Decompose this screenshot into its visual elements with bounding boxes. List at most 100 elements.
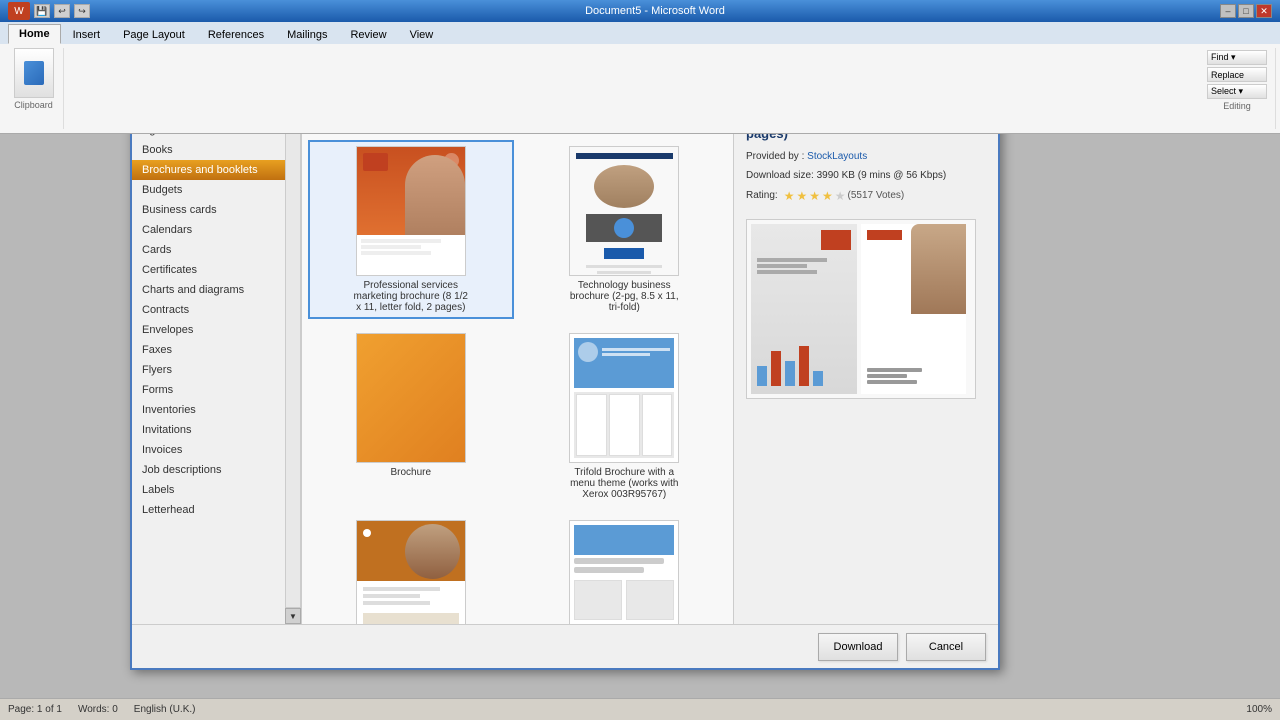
replace-button[interactable]: Replace	[1207, 67, 1267, 82]
star-half: ★	[822, 189, 833, 203]
chart-bar-3	[785, 361, 795, 386]
sidebar-item-inventories[interactable]: Inventories	[132, 400, 285, 420]
status-words: Words: 0	[78, 704, 118, 715]
tab-review[interactable]: Review	[339, 25, 397, 44]
chart-bar-1	[757, 366, 767, 386]
tab-view[interactable]: View	[399, 25, 445, 44]
window-controls: – □ ✕	[1220, 4, 1272, 18]
dialog-footer: Download Cancel	[132, 624, 998, 668]
ribbon-group-font	[68, 48, 1195, 129]
tab-mailings[interactable]: Mailings	[276, 25, 338, 44]
sidebar-item-faxes[interactable]: Faxes	[132, 340, 285, 360]
download-button[interactable]: Download	[818, 633, 898, 661]
save-button[interactable]: 💾	[34, 4, 50, 18]
text-line-3	[867, 380, 917, 384]
star-1: ★	[784, 189, 795, 203]
star-3: ★	[809, 189, 820, 203]
sidebar-item-calendars[interactable]: Calendars	[132, 220, 285, 240]
template-brochure-plain[interactable]: Brochure	[308, 327, 514, 506]
detail-provider: Provided by : StockLayouts	[746, 151, 986, 162]
template-thumb-4	[569, 333, 679, 463]
paste-button[interactable]	[14, 48, 54, 98]
sidebar-item-cards[interactable]: Cards	[132, 240, 285, 260]
sidebar-item-invitations[interactable]: Invitations	[132, 420, 285, 440]
cancel-button[interactable]: Cancel	[906, 633, 986, 661]
left-panel-scroll-area: Featured Access databases Agendas Books …	[132, 80, 301, 624]
template-business-brochure[interactable]: Business brochure	[308, 514, 514, 624]
sidebar-item-job-descriptions[interactable]: Job descriptions	[132, 460, 285, 480]
sidebar-item-business-cards[interactable]: Business cards	[132, 200, 285, 220]
find-button[interactable]: Find ▾	[1207, 50, 1267, 65]
right-panel: Professional services marketing brochure…	[733, 80, 998, 624]
tab-insert[interactable]: Insert	[62, 25, 112, 44]
word-logo: W	[8, 2, 30, 20]
preview-logo	[821, 230, 851, 250]
undo-button[interactable]: ↩	[54, 4, 70, 18]
template-technology-business[interactable]: Technology business brochure (2-pg, 8.5 …	[522, 140, 728, 319]
status-bar: Page: 1 of 1 Words: 0 English (U.K.) 100…	[0, 698, 1280, 720]
paste-icon	[24, 61, 44, 85]
editing-buttons: Find ▾ Replace Select ▾	[1207, 50, 1267, 99]
ribbon-group-editing: Find ▾ Replace Select ▾ Editing	[1199, 48, 1276, 129]
status-language: English (U.K.)	[134, 704, 196, 715]
sidebar-item-charts-diagrams[interactable]: Charts and diagrams	[132, 280, 285, 300]
chart-bar-5	[813, 371, 823, 386]
template-thumb-3	[356, 333, 466, 463]
chart-bar-4	[799, 346, 809, 386]
template-label-1: Professional services marketing brochure…	[351, 280, 471, 313]
sidebar-item-invoices[interactable]: Invoices	[132, 440, 285, 460]
detail-download-size: Download size: 3990 KB (9 mins @ 56 Kbps…	[746, 170, 986, 181]
large-preview-content	[747, 220, 975, 398]
clipboard-label: Clipboard	[14, 100, 53, 110]
template-professional-services[interactable]: Professional services marketing brochure…	[308, 140, 514, 319]
sidebar-item-letterhead[interactable]: Letterhead	[132, 500, 285, 520]
sidebar-item-labels[interactable]: Labels	[132, 480, 285, 500]
preview-right-page	[861, 224, 967, 394]
status-zoom: 100%	[1246, 704, 1272, 715]
chart-bar-2	[771, 351, 781, 386]
tab-home[interactable]: Home	[8, 24, 61, 44]
window-title: Document5 - Microsoft Word	[90, 5, 1220, 17]
close-button[interactable]: ✕	[1256, 4, 1272, 18]
sidebar-item-books[interactable]: Books	[132, 140, 285, 160]
maximize-button[interactable]: □	[1238, 4, 1254, 18]
sidebar-item-flyers[interactable]: Flyers	[132, 360, 285, 380]
sidebar-item-brochures[interactable]: Brochures and booklets	[132, 160, 285, 180]
template-thumb-5	[356, 520, 466, 624]
redo-button[interactable]: ↪	[74, 4, 90, 18]
sidebar-item-envelopes[interactable]: Envelopes	[132, 320, 285, 340]
new-document-dialog: New Document ? ✕ Featured Access databas…	[130, 50, 1000, 670]
star-2: ★	[796, 189, 807, 203]
template-thumb-1	[356, 146, 466, 276]
template-grid: Professional services marketing brochure…	[302, 134, 733, 624]
template-label-3: Brochure	[390, 467, 431, 478]
ribbon-content: Clipboard Find ▾ Replace Select ▾ Editin…	[0, 44, 1280, 134]
tab-page-layout[interactable]: Page Layout	[112, 25, 196, 44]
text-line-1	[867, 368, 922, 372]
preview-chart	[757, 336, 827, 386]
template-trifold[interactable]: Trifold Brochure with a menu theme (work…	[522, 327, 728, 506]
vote-count: (5517 Votes)	[848, 190, 905, 201]
tab-references[interactable]: References	[197, 25, 275, 44]
sidebar-item-certificates[interactable]: Certificates	[132, 260, 285, 280]
provider-name: StockLayouts	[807, 151, 867, 162]
status-page: Page: 1 of 1	[8, 704, 62, 715]
ribbon-group-clipboard: Clipboard	[4, 48, 64, 129]
template-label-2: Technology business brochure (2-pg, 8.5 …	[564, 280, 684, 313]
template-thumb-2	[569, 146, 679, 276]
preview-text-lines	[867, 368, 927, 384]
minimize-button[interactable]: –	[1220, 4, 1236, 18]
template-document-brochure[interactable]: Document brochure	[522, 514, 728, 624]
sidebar-item-budgets[interactable]: Budgets	[132, 180, 285, 200]
sidebar-item-forms[interactable]: Forms	[132, 380, 285, 400]
preview-person	[911, 224, 966, 314]
template-label-4: Trifold Brochure with a menu theme (work…	[564, 467, 684, 500]
rating-label: Rating:	[746, 190, 778, 201]
text-line-2	[867, 374, 907, 378]
sidebar-item-contracts[interactable]: Contracts	[132, 300, 285, 320]
rating-stars: Rating: ★ ★ ★ ★ ★ (5517 Votes)	[746, 189, 986, 203]
category-list: Featured Access databases Agendas Books …	[132, 80, 285, 624]
star-empty: ★	[835, 189, 846, 203]
scroll-down-button[interactable]: ▼	[285, 608, 301, 624]
select-button[interactable]: Select ▾	[1207, 84, 1267, 99]
